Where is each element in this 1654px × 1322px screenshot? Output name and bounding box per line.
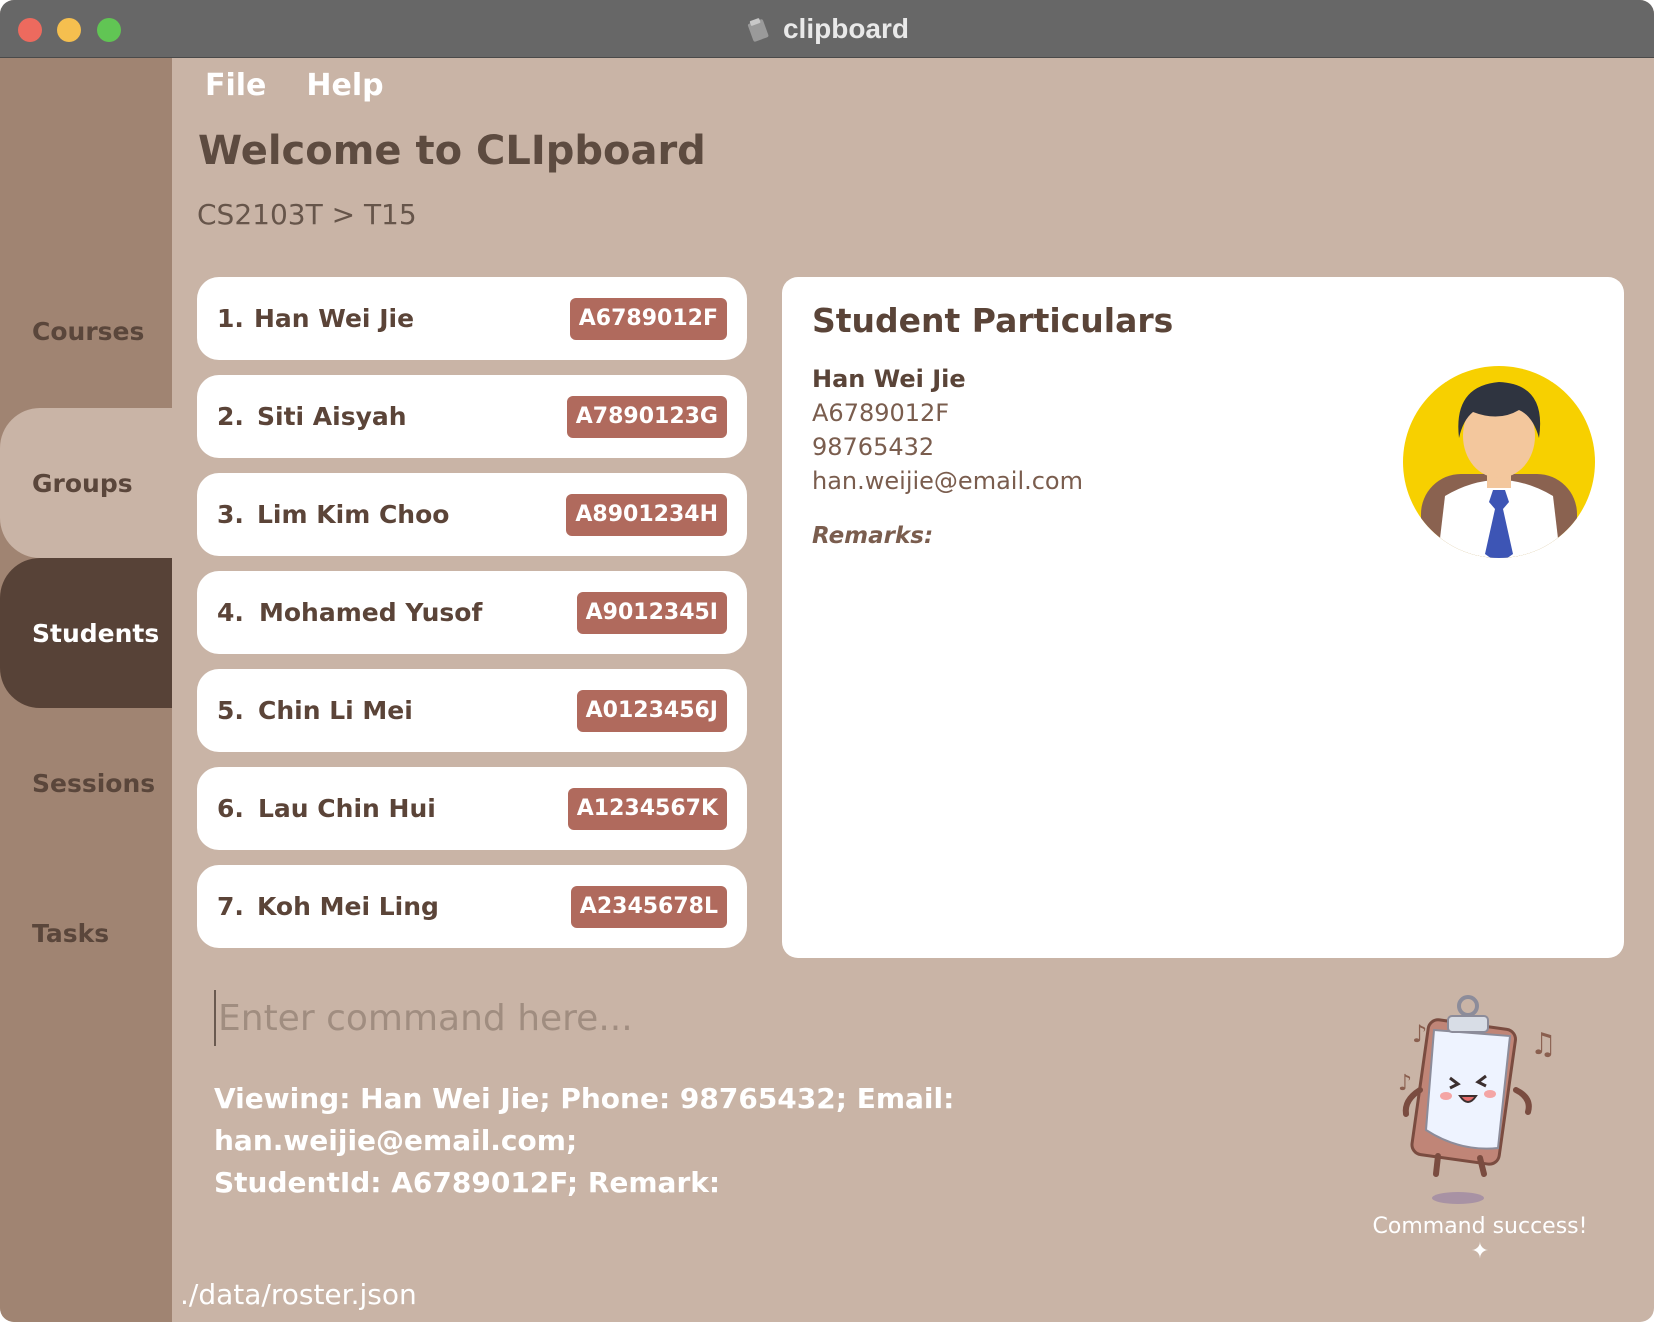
student-index: 3. <box>217 500 244 529</box>
sidebar-item-label: Students <box>32 618 160 648</box>
student-index: 5. <box>217 696 244 725</box>
command-input[interactable] <box>214 990 1314 1046</box>
student-name: Mohamed Yusof <box>259 598 483 627</box>
command-result-text: Viewing: Han Wei Jie; Phone: 98765432; E… <box>214 1078 1274 1204</box>
clipboard-app-icon <box>747 18 769 42</box>
particulars-heading: Student Particulars <box>812 301 1174 340</box>
particulars-student-id: A6789012F <box>812 399 950 427</box>
student-id-badge: A0123456J <box>576 689 727 732</box>
result-line-2: StudentId: A6789012F; Remark: <box>214 1166 721 1199</box>
sidebar-item-tasks[interactable]: Tasks <box>0 858 172 1008</box>
student-index: 4. <box>217 598 244 627</box>
clipboard-mascot-icon: ♫ ♪ ♪ <box>1398 995 1557 1204</box>
student-list-item[interactable]: 2. Siti Aisyah A7890123G <box>197 375 747 458</box>
sidebar-item-label: Groups <box>32 468 133 498</box>
student-id-badge: A2345678L <box>570 885 727 928</box>
command-status-text: Command success! ✦ <box>1372 1214 1588 1264</box>
file-menu[interactable]: File <box>205 68 266 103</box>
student-avatar-icon <box>1403 366 1595 558</box>
breadcrumb: CS2103T > T15 <box>197 198 417 231</box>
svg-text:♫: ♫ <box>1530 1027 1557 1062</box>
svg-text:♪: ♪ <box>1398 1071 1412 1096</box>
particulars-phone: 98765432 <box>812 433 935 461</box>
student-id-badge: A8901234H <box>566 493 727 536</box>
student-list-item[interactable]: 4. Mohamed Yusof A9012345I <box>197 571 747 654</box>
result-line-1: Viewing: Han Wei Jie; Phone: 98765432; E… <box>214 1082 955 1157</box>
student-list-item[interactable]: 7. Koh Mei Ling A2345678L <box>197 865 747 948</box>
student-id-badge: A7890123G <box>566 395 727 438</box>
sidebar-item-groups[interactable]: Groups <box>0 408 172 558</box>
page-title: Welcome to CLIpboard <box>198 128 706 174</box>
student-list-item[interactable]: 1. Han Wei Jie A6789012F <box>197 277 747 360</box>
student-particulars-panel: Student Particulars Han Wei Jie A6789012… <box>782 277 1624 958</box>
student-name: Chin Li Mei <box>258 696 413 725</box>
student-name: Siti Aisyah <box>257 402 407 431</box>
sidebar-item-sessions[interactable]: Sessions <box>0 708 172 858</box>
student-id-badge: A6789012F <box>569 297 727 340</box>
sidebar-item-label: Sessions <box>32 768 156 798</box>
student-list-item[interactable]: 5. Chin Li Mei A0123456J <box>197 669 747 752</box>
app-window: clipboard Courses Groups Students Sessio… <box>0 0 1654 1322</box>
student-name: Koh Mei Ling <box>257 892 439 921</box>
menu-bar: File Help <box>205 68 384 103</box>
student-index: 7. <box>217 892 244 921</box>
student-index: 1. <box>217 304 244 333</box>
student-name: Han Wei Jie <box>254 304 415 333</box>
student-id-badge: A1234567K <box>567 787 727 830</box>
particulars-remarks-label: Remarks: <box>812 523 934 549</box>
data-file-path: ./data/roster.json <box>180 1278 417 1311</box>
sidebar: Courses Groups Students Sessions Tasks <box>0 58 172 1322</box>
student-name: Lim Kim Choo <box>257 500 450 529</box>
student-list-item[interactable]: 6. Lau Chin Hui A1234567K <box>197 767 747 850</box>
sidebar-item-students[interactable]: Students <box>0 558 172 708</box>
sidebar-item-courses[interactable]: Courses <box>0 256 172 406</box>
student-index: 6. <box>217 794 244 823</box>
window-title-group: clipboard <box>0 0 1654 58</box>
particulars-email: han.weijie@email.com <box>812 467 1083 495</box>
window-title: clipboard <box>782 13 909 44</box>
student-index: 2. <box>217 402 244 431</box>
particulars-name: Han Wei Jie <box>812 365 966 393</box>
student-id-badge: A9012345I <box>576 591 727 634</box>
help-menu[interactable]: Help <box>306 68 383 103</box>
student-name: Lau Chin Hui <box>258 794 436 823</box>
sidebar-item-label: Courses <box>32 316 145 346</box>
title-bar: clipboard <box>0 0 1654 58</box>
student-list-item[interactable]: 3. Lim Kim Choo A8901234H <box>197 473 747 556</box>
sidebar-item-label: Tasks <box>32 918 110 948</box>
